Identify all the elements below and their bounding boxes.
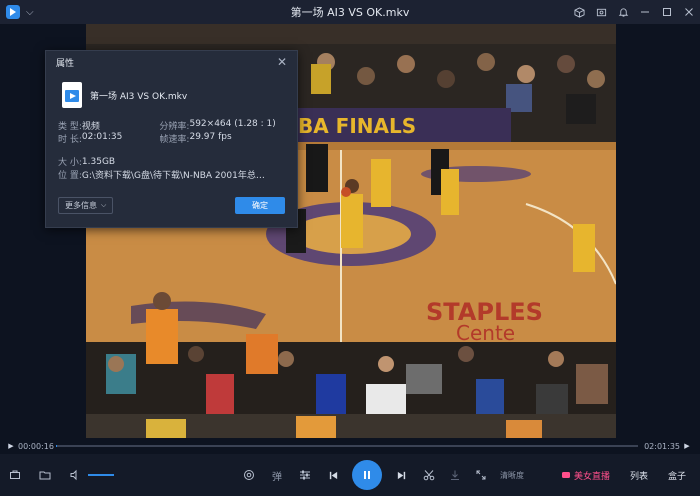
danmaku-icon[interactable]: 弹 [266,464,288,486]
property-row: 时 长: 02:01:35 帧速率: 29.97 fps [58,132,285,145]
app-logo-icon[interactable] [6,5,20,19]
dialog-header: 属性 ✕ [46,51,297,73]
size-label: 大 小: [58,158,82,168]
dialog-footer: 更多信息 ⌵ 确定 [58,197,285,214]
resolution-value: 592×464 (1.28 : 1) [189,119,276,129]
scissors-icon[interactable] [418,464,440,486]
volume-slider[interactable] [88,474,114,476]
progress-fill [56,445,58,447]
pause-icon [364,471,370,479]
framerate-value: 29.97 fps [189,132,232,142]
duration-label: 时 长: [58,135,82,145]
right-controls: 美女直播 列表 盒子 [561,469,696,482]
control-bar: 弹 清晰度 美女直播 列表 盒子 [0,454,700,496]
quality-label[interactable]: 清晰度 [500,470,524,481]
more-info-button[interactable]: 更多信息 ⌵ [58,197,114,214]
fullscreen-icon[interactable] [470,464,492,486]
playlist-button[interactable]: 列表 [620,469,658,482]
properties-dialog: 属性 ✕ 第一场 AI3 VS OK.mkv 类 型: 视频 分辨率: 592×… [45,50,298,228]
window-controls [568,0,700,24]
vr-icon[interactable] [238,464,260,486]
arena-text-2: Cente [456,321,515,345]
dialog-title: 属性 [56,58,75,69]
framerate-label: 帧速率: [159,135,190,145]
play-small-icon[interactable]: ▶ [4,442,18,450]
download-icon[interactable] [444,464,466,486]
close-icon[interactable] [678,0,700,24]
folder-icon[interactable] [34,464,56,486]
screenshot-icon[interactable] [590,0,612,24]
chevron-down-icon[interactable]: ⌵ [26,7,34,18]
live-label: 美女直播 [573,471,610,482]
cube-icon[interactable] [568,0,590,24]
duration-value: 02:01:35 [81,132,123,142]
chevron-down-icon: ⌵ [101,201,107,209]
playback-controls: 弹 清晰度 [238,460,524,490]
file-name: 第一场 AI3 VS OK.mkv [90,91,188,102]
dialog-close-icon[interactable]: ✕ [277,55,287,69]
property-row: 大 小: 1.35GB [58,155,285,169]
live-button[interactable]: 美女直播 [561,469,620,482]
banner-text: BA FINALS [298,114,416,138]
type-label: 类 型: [58,122,82,132]
current-time: 00:00:16 [18,441,54,451]
bell-icon[interactable] [612,0,634,24]
location-value[interactable]: G:\资料下载\G盘\待下载\N-NBA 2001年总决赛 湖... [82,168,272,181]
seek-bar: ▶ 00:00:16 02:01:35 ▶ [0,438,700,454]
forward-small-icon[interactable]: ▶ [680,442,694,450]
volume-icon[interactable] [64,464,86,486]
box-button[interactable]: 盒子 [658,469,696,482]
file-info: 第一场 AI3 VS OK.mkv [46,73,297,109]
property-row: 位 置: G:\资料下载\G盘\待下载\N-NBA 2001年总决赛 湖... [58,168,285,181]
video-file-icon [62,82,82,108]
previous-icon[interactable] [322,464,344,486]
toolbox-icon[interactable] [4,464,26,486]
property-list: 类 型: 视频 分辨率: 592×464 (1.28 : 1) 时 长: 02:… [46,109,297,181]
equalizer-icon[interactable] [294,464,316,486]
title-bar: ⌵ 第一场 AI3 VS OK.mkv [0,0,700,24]
progress-track[interactable] [56,445,638,447]
total-time: 02:01:35 [644,441,680,451]
property-row: 类 型: 视频 分辨率: 592×464 (1.28 : 1) [58,119,285,132]
resolution-label: 分辨率: [159,122,190,132]
location-label: 位 置: [58,171,82,181]
size-value: 1.35GB [81,156,116,167]
play-pause-button[interactable] [352,460,382,490]
next-icon[interactable] [390,464,412,486]
type-value: 视频 [81,122,100,132]
confirm-button[interactable]: 确定 [235,197,285,214]
minimize-icon[interactable] [634,0,656,24]
more-info-label: 更多信息 [65,201,97,210]
live-icon [561,472,570,478]
maximize-icon[interactable] [656,0,678,24]
